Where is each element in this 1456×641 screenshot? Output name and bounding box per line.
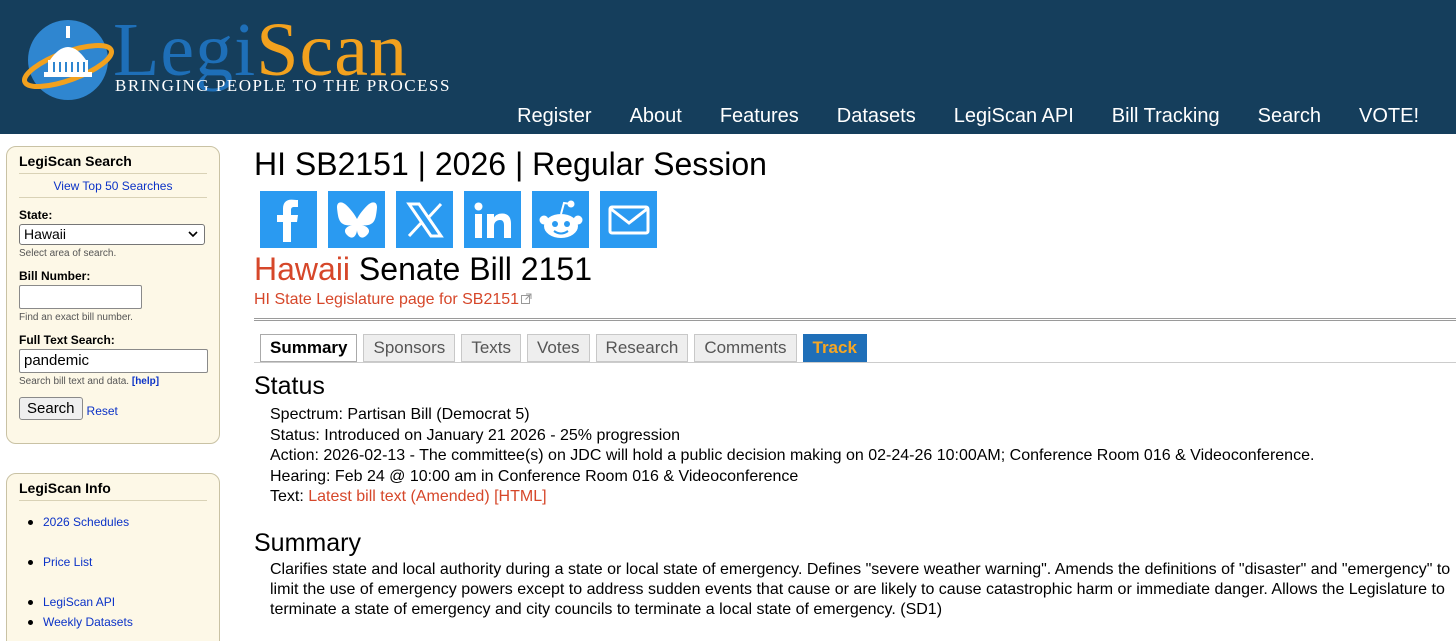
logo-tagline: Bringing People to the Process xyxy=(115,76,451,95)
bill-tabs: Summary Sponsors Texts Votes Research Co… xyxy=(260,334,1456,362)
bluesky-icon[interactable] xyxy=(328,191,385,248)
nav-bill-tracking[interactable]: Bill Tracking xyxy=(1093,102,1239,130)
tabs-underline xyxy=(254,362,1456,363)
linkedin-icon[interactable] xyxy=(464,191,521,248)
tab-votes[interactable]: Votes xyxy=(527,334,590,362)
chevron-down-icon xyxy=(188,231,198,238)
x-icon[interactable] xyxy=(396,191,453,248)
main-content: HI SB2151 | 2026 | Regular Session Hawai… xyxy=(254,144,1456,620)
state-select[interactable]: Hawaii xyxy=(19,224,205,245)
search-box-title: LegiScan Search xyxy=(19,153,207,174)
reset-link[interactable]: Reset xyxy=(87,404,118,418)
nav-datasets[interactable]: Datasets xyxy=(818,102,935,130)
nav-legiscan-api[interactable]: LegiScan API xyxy=(935,102,1093,130)
status-action: Action: 2026-02-13 - The committee(s) on… xyxy=(270,447,1315,464)
tab-track[interactable]: Track xyxy=(802,334,867,362)
top-searches-link[interactable]: View Top 50 Searches xyxy=(19,179,207,198)
full-text-help-text: Search bill text and data. xyxy=(19,376,130,387)
info-item-price-list[interactable]: Price List xyxy=(25,555,207,569)
capitol-globe-icon xyxy=(22,20,114,100)
search-actions: Search Reset xyxy=(19,397,207,420)
tab-comments[interactable]: Comments xyxy=(694,334,797,362)
bill-name: Senate Bill 2151 xyxy=(358,251,592,287)
bill-heading: Hawaii Senate Bill 2151 xyxy=(254,251,1456,287)
legiscan-search-box: LegiScan Search View Top 50 Searches Sta… xyxy=(6,146,220,444)
share-buttons xyxy=(260,191,1456,248)
status-heading: Status xyxy=(254,372,325,400)
tab-texts[interactable]: Texts xyxy=(461,334,521,362)
full-text-input[interactable]: pandemic xyxy=(19,349,208,373)
legiscan-info-box: LegiScan Info 2026 Schedules Price List … xyxy=(6,473,220,641)
site-header: LegiScan Bringing People to the Process … xyxy=(0,0,1456,134)
summary-heading: Summary xyxy=(254,528,361,557)
email-icon[interactable] xyxy=(600,191,657,248)
summary-text: Clarifies state and local authority duri… xyxy=(270,560,1451,618)
info-box-title: LegiScan Info xyxy=(19,480,207,501)
nav-register[interactable]: Register xyxy=(498,102,610,130)
external-link-icon xyxy=(521,293,532,304)
status-text-label: Text: xyxy=(270,488,309,505)
nav-search[interactable]: Search xyxy=(1239,102,1340,130)
tab-summary[interactable]: Summary xyxy=(260,334,358,362)
facebook-icon[interactable] xyxy=(260,191,317,248)
state-help: Select area of search. xyxy=(19,248,117,259)
state-label: State: xyxy=(19,208,53,222)
section-divider xyxy=(254,318,1456,321)
latest-bill-text-link[interactable]: Latest bill text (Amended) [HTML] xyxy=(308,488,546,505)
status-status: Status: Introduced on January 21 2026 - … xyxy=(270,426,681,444)
full-text-help: Search bill text and data. [help] xyxy=(19,376,207,387)
nav-about[interactable]: About xyxy=(611,102,701,130)
status-details: Spectrum: Partisan Bill (Democrat 5) Sta… xyxy=(270,405,1456,508)
tab-sponsors[interactable]: Sponsors xyxy=(363,334,456,362)
status-text-row: Text: Latest bill text (Amended) [HTML] xyxy=(270,487,1456,508)
info-item-schedules[interactable]: 2026 Schedules xyxy=(25,515,207,529)
nav-vote[interactable]: VOTE! xyxy=(1340,102,1438,130)
bill-number-label: Bill Number: xyxy=(19,269,91,283)
full-text-label: Full Text Search: xyxy=(19,333,115,347)
status-spectrum: Spectrum: Partisan Bill (Democrat 5) xyxy=(270,406,530,423)
tab-research[interactable]: Research xyxy=(595,334,689,362)
state-legislature-link[interactable]: HI State Legislature page for SB2151 xyxy=(254,291,532,309)
status-hearing: Hearing: Feb 24 @ 10:00 am in Conference… xyxy=(270,467,799,485)
top-navigation: Register About Features Datasets LegiSca… xyxy=(498,102,1438,130)
bill-state[interactable]: Hawaii xyxy=(254,251,350,287)
search-button[interactable]: Search xyxy=(19,397,83,420)
help-link[interactable]: [help] xyxy=(132,376,159,387)
info-item-weekly-datasets[interactable]: Weekly Datasets xyxy=(25,615,207,629)
reddit-icon[interactable] xyxy=(532,191,589,248)
state-legislature-link-text: HI State Legislature page for SB2151 xyxy=(254,291,520,308)
legiscan-logo[interactable]: LegiScan Bringing People to the Process xyxy=(20,10,490,102)
bill-number-input[interactable] xyxy=(19,285,142,309)
page-title: HI SB2151 | 2026 | Regular Session xyxy=(254,146,767,182)
state-select-value: Hawaii xyxy=(24,226,67,242)
bill-number-help: Find an exact bill number. xyxy=(19,312,133,323)
nav-features[interactable]: Features xyxy=(701,102,818,130)
info-list: 2026 Schedules Price List LegiScan API W… xyxy=(25,515,207,629)
info-item-legiscan-api[interactable]: LegiScan API xyxy=(25,595,207,609)
